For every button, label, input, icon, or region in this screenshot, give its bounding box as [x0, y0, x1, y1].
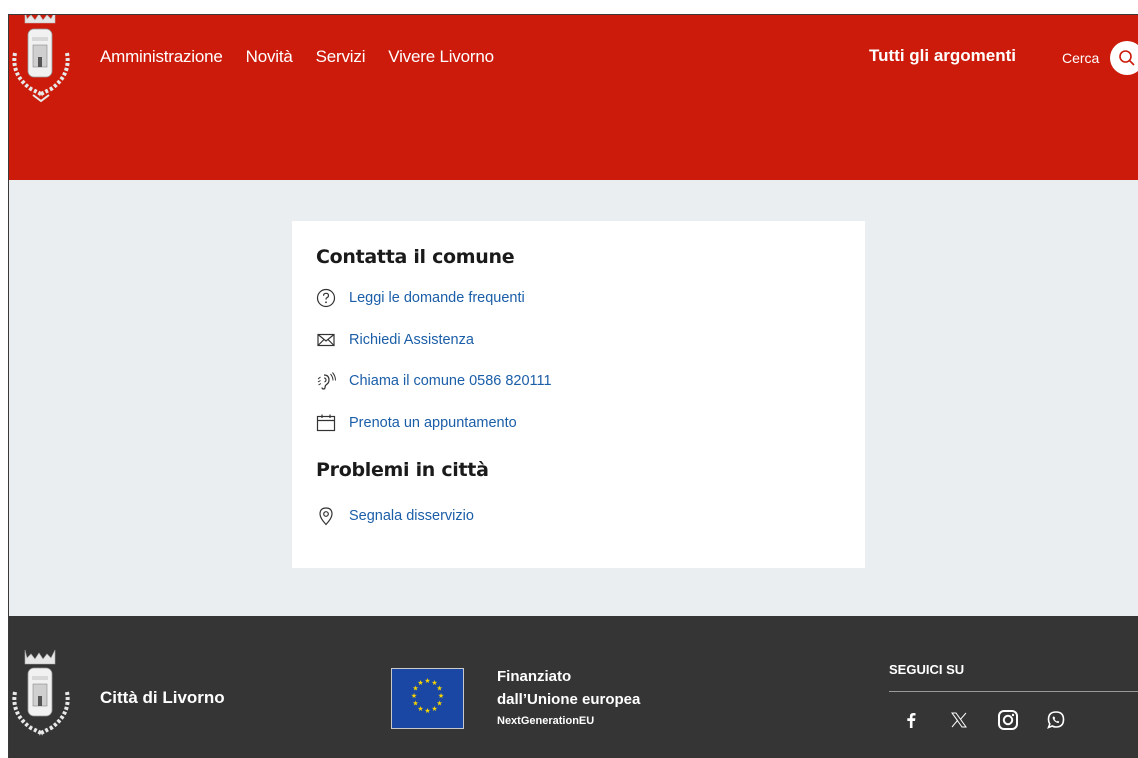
site-footer: Città di Livorno ★ ★ ★ ★ ★ ★ ★ ★ ★ ★ ★ ★ — [9, 616, 1138, 758]
faq-link-label: Leggi le domande frequenti — [349, 290, 525, 306]
svg-text:★: ★ — [424, 707, 430, 715]
faq-link[interactable]: Leggi le domande frequenti — [316, 288, 525, 308]
hearing-icon — [316, 371, 336, 391]
svg-text:★: ★ — [411, 692, 417, 700]
assistance-link-label: Richiedi Assistenza — [349, 332, 474, 348]
eu-flag-logo: ★ ★ ★ ★ ★ ★ ★ ★ ★ ★ ★ ★ — [391, 668, 464, 729]
assistance-link[interactable]: Richiedi Assistenza — [316, 330, 474, 350]
search-icon — [1119, 50, 1135, 66]
problems-title: Problemi in città — [316, 459, 489, 481]
page-frame: Amministrazione Novità Servizi Vivere Li… — [8, 14, 1138, 758]
nav-novita[interactable]: Novità — [246, 47, 293, 67]
search-label[interactable]: Cerca — [1062, 50, 1099, 66]
footer-city-crest-logo[interactable] — [9, 646, 89, 746]
main-nav: Amministrazione Novità Servizi Vivere Li… — [100, 47, 494, 67]
main-content: Contatta il comune Leggi le domande freq… — [9, 180, 1138, 616]
city-crest-logo[interactable] — [9, 15, 89, 107]
svg-text:★: ★ — [412, 700, 418, 708]
calendar-icon — [316, 413, 336, 433]
facebook-icon[interactable] — [899, 708, 923, 732]
nav-servizi[interactable]: Servizi — [316, 47, 366, 67]
mail-icon — [316, 330, 336, 350]
appointment-link[interactable]: Prenota un appuntamento — [316, 413, 517, 433]
contact-title: Contatta il comune — [316, 246, 515, 268]
report-issue-link[interactable]: Segnala disservizio — [316, 506, 474, 526]
eu-funding-line1: Finanziato — [497, 668, 572, 685]
eu-funding-line3: NextGenerationEU — [497, 715, 595, 727]
svg-text:★: ★ — [431, 705, 437, 713]
x-icon[interactable] — [947, 708, 971, 732]
question-icon — [316, 288, 336, 308]
whatsapp-icon[interactable] — [1044, 708, 1068, 732]
report-issue-link-label: Segnala disservizio — [349, 508, 474, 524]
call-link-label: Chiama il comune 0586 820111 — [349, 373, 552, 389]
eu-funding-line2: dall’Unione europea — [497, 691, 641, 708]
nav-amministrazione[interactable]: Amministrazione — [100, 47, 223, 67]
appointment-link-label: Prenota un appuntamento — [349, 415, 517, 431]
map-pin-icon — [316, 506, 336, 526]
svg-text:★: ★ — [424, 677, 430, 685]
instagram-icon[interactable] — [996, 708, 1020, 732]
footer-city-name[interactable]: Città di Livorno — [100, 688, 225, 708]
call-link[interactable]: Chiama il comune 0586 820111 — [316, 371, 552, 391]
site-header: Amministrazione Novità Servizi Vivere Li… — [9, 15, 1138, 180]
follow-us-divider — [889, 691, 1138, 692]
all-topics-link[interactable]: Tutti gli argomenti — [869, 46, 1016, 66]
contact-card: Contatta il comune Leggi le domande freq… — [292, 221, 865, 568]
follow-us-label: SEGUICI SU — [889, 662, 965, 677]
search-button[interactable] — [1110, 41, 1138, 75]
eu-stars-icon: ★ ★ ★ ★ ★ ★ ★ ★ ★ ★ ★ ★ — [411, 677, 444, 715]
nav-vivere-livorno[interactable]: Vivere Livorno — [388, 47, 494, 67]
svg-text:★: ★ — [417, 679, 423, 687]
